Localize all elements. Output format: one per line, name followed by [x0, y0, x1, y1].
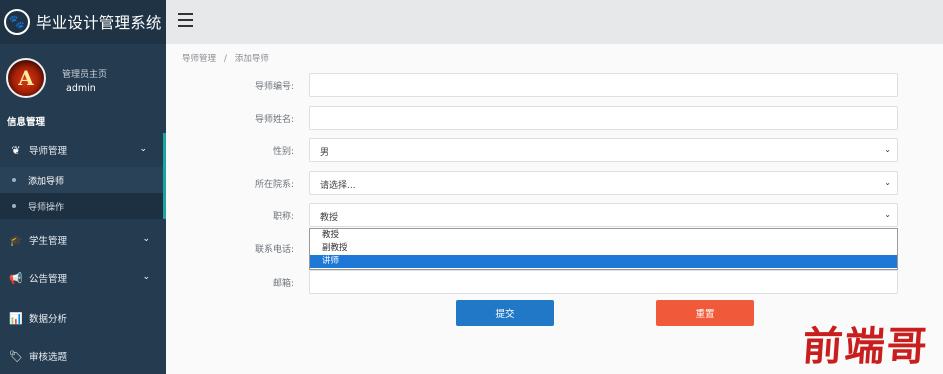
sidebar-section-title: 信息管理 [7, 117, 46, 128]
bullet-icon [12, 178, 16, 182]
watermark: 前端哥 [801, 323, 931, 370]
sidebar-item-label: 学生管理 [29, 236, 68, 247]
paw-icon: 🐾 [4, 9, 30, 35]
chevron-down-icon: ⌄ [884, 210, 891, 219]
brand-header: 🐾 毕业设计管理系统 [0, 0, 166, 44]
teacher-name-input[interactable] [309, 106, 898, 130]
department-label: 所在院系: [254, 180, 294, 190]
submenu-teacher-management: 添加导师 导师操作 [0, 167, 166, 219]
department-select[interactable]: 请选择... ⌄ [309, 171, 898, 195]
title-select[interactable]: 教授 ⌄ [309, 203, 898, 227]
tags-icon: 🏷 [9, 349, 23, 363]
form-row-gender: 性别: 男 ⌄ [166, 138, 943, 162]
breadcrumb-current: 添加导师 [234, 54, 269, 64]
chevron-down-icon: ⌄ [884, 145, 891, 154]
breadcrumb-separator: / [224, 54, 227, 64]
hamburger-menu-icon[interactable] [178, 13, 193, 28]
teacher-id-label: 导师编号: [254, 82, 294, 92]
user-role[interactable]: 管理员主页 [62, 67, 107, 80]
sidebar-subitem-add-teacher[interactable]: 添加导师 [0, 167, 163, 193]
submit-button[interactable]: 提交 [456, 300, 554, 326]
sidebar-item-label: 审核选题 [29, 352, 68, 363]
bullhorn-icon: 📢 [9, 271, 23, 285]
department-select-value: 请选择... [320, 181, 356, 191]
form-row-email: 邮箱: [166, 270, 943, 294]
email-label: 邮箱: [272, 279, 294, 289]
sidebar-item-student-management[interactable]: 🎓 学生管理 ⌄ [0, 223, 166, 257]
chevron-down-icon: ⌄ [884, 178, 891, 187]
form-row-title: 职称: 教授 ⌄ [166, 203, 943, 227]
form-row-department: 所在院系: 请选择... ⌄ [166, 171, 943, 195]
sidebar-item-announcement-management[interactable]: 📢 公告管理 ⌄ [0, 257, 166, 299]
title-select-value: 教授 [320, 213, 339, 223]
sidebar-item-teacher-management[interactable]: ❦ 导师管理 ⌄ [0, 133, 166, 167]
graduation-cap-icon: 🎓 [9, 233, 23, 247]
title-option-professor[interactable]: 教授 [310, 229, 897, 242]
form-row-teacher-name: 导师姓名: [166, 106, 943, 130]
sidebar: 🐾 毕业设计管理系统 A 管理员主页 admin 信息管理 ❦ 导师管理 ⌄ 添… [0, 0, 166, 374]
title-label: 职称: [272, 212, 294, 222]
gender-select[interactable]: 男 ⌄ [309, 138, 898, 162]
sidebar-item-label: 导师管理 [29, 146, 68, 157]
email-input[interactable] [309, 270, 898, 294]
sidebar-menu: ❦ 导师管理 ⌄ 添加导师 导师操作 🎓 学生管理 ⌄ 📢 公告管理 ⌄ 📊 数… [0, 133, 166, 374]
user-name: admin [66, 83, 96, 94]
title-option-associate-professor[interactable]: 副教授 [310, 242, 897, 255]
chevron-down-icon: ⌄ [142, 272, 150, 282]
bar-chart-icon: 📊 [9, 311, 23, 325]
app-title: 毕业设计管理系统 [36, 14, 162, 32]
sidebar-subitem-label: 添加导师 [28, 176, 65, 187]
sidebar-item-label: 公告管理 [29, 274, 68, 285]
gender-select-value: 男 [320, 148, 330, 158]
title-option-lecturer[interactable]: 讲师 [310, 255, 897, 268]
form-row-teacher-id: 导师编号: [166, 73, 943, 97]
breadcrumb: 导师管理 / 添加导师 [182, 52, 269, 64]
top-bar [166, 0, 943, 44]
leaf-icon: ❦ [11, 143, 21, 157]
sidebar-item-label: 数据分析 [29, 314, 68, 325]
chevron-down-icon: ⌄ [139, 144, 147, 154]
title-dropdown-list: 教授 副教授 讲师 [309, 228, 898, 270]
reset-button[interactable]: 重置 [656, 300, 754, 326]
sidebar-item-data-analysis[interactable]: 📊 数据分析 [0, 299, 166, 337]
avatar[interactable]: A [6, 58, 46, 98]
sidebar-item-review-topics[interactable]: 🏷 审核选题 [0, 337, 166, 374]
bullet-icon [12, 204, 16, 208]
teacher-id-input[interactable] [309, 73, 898, 97]
gender-label: 性别: [272, 147, 294, 157]
sidebar-subitem-teacher-operations[interactable]: 导师操作 [0, 193, 163, 219]
sidebar-subitem-label: 导师操作 [28, 202, 65, 213]
user-panel: A 管理员主页 admin [4, 56, 164, 106]
breadcrumb-parent[interactable]: 导师管理 [182, 54, 216, 64]
teacher-name-label: 导师姓名: [254, 115, 294, 125]
phone-label: 联系电话: [254, 245, 294, 255]
chevron-down-icon: ⌄ [142, 234, 150, 244]
